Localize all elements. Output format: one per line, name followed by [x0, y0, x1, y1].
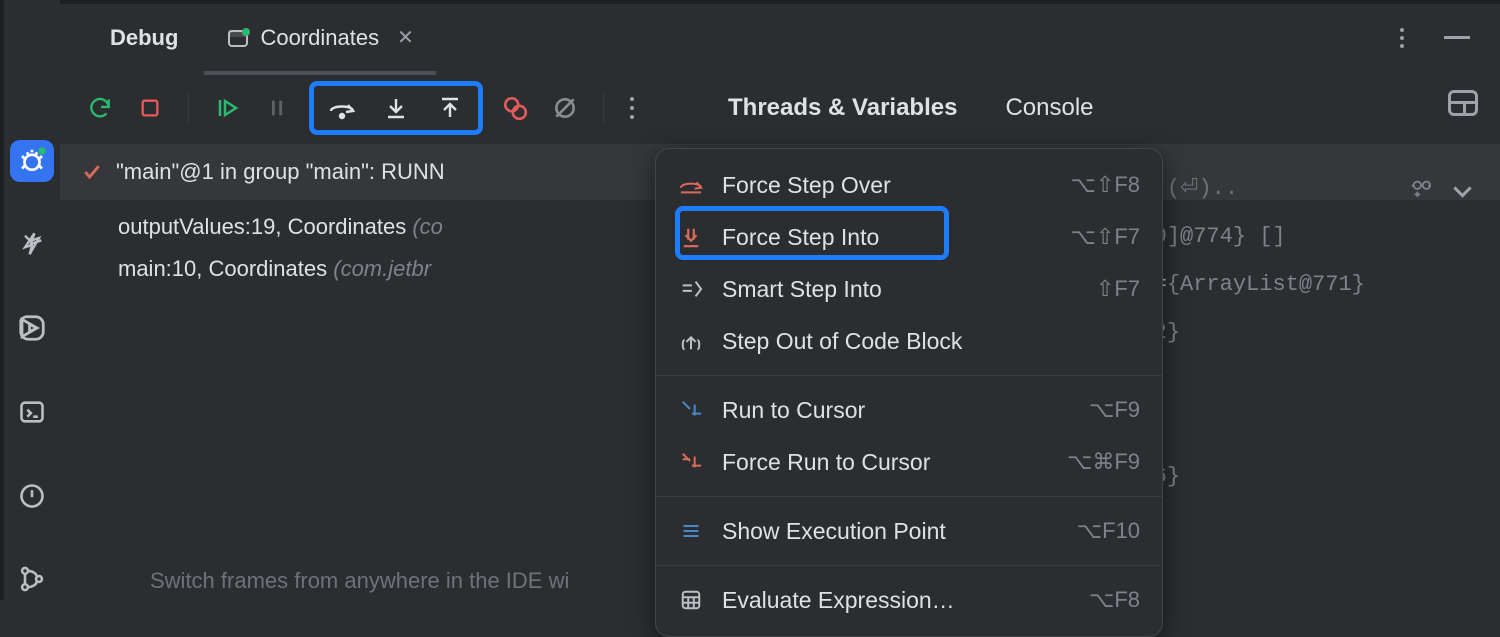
menu-item-label: Force Step Into: [722, 224, 879, 251]
evaluate-icon: [678, 587, 704, 613]
menu-item-force-run-to-cursor[interactable]: Force Run to Cursor ⌥⌘F9: [656, 436, 1162, 488]
menu-item-run-to-cursor[interactable]: Run to Cursor ⌥F9: [656, 384, 1162, 436]
menu-item-label: Evaluate Expression…: [722, 587, 955, 614]
step-buttons-highlight: [309, 81, 483, 135]
menu-item-shortcut: ⌥F8: [1089, 587, 1140, 613]
menu-item-smart-step-into[interactable]: Smart Step Into ⇧F7: [656, 263, 1162, 315]
force-run-to-cursor-icon: [678, 449, 704, 475]
show-exec-point-icon: [678, 518, 704, 544]
menu-item-label: Step Out of Code Block: [722, 328, 962, 355]
step-out-button[interactable]: [432, 90, 468, 126]
hide-tool-window-icon[interactable]: [1444, 36, 1470, 39]
debug-step-context-menu: Force Step Over ⌥⇧F8 Force Step Into ⌥⇧F…: [655, 148, 1163, 637]
activity-debug[interactable]: [10, 140, 54, 182]
step-into-button[interactable]: [378, 90, 414, 126]
separator: [188, 93, 189, 123]
expand-icon[interactable]: [1454, 176, 1478, 200]
activity-terminal[interactable]: [10, 391, 54, 433]
menu-item-evaluate-expression[interactable]: Evaluate Expression… ⌥F8: [656, 574, 1162, 626]
thread-running-icon: [80, 162, 104, 182]
tool-window-tab-debug[interactable]: Debug: [88, 4, 200, 71]
tab-threads-variables[interactable]: Threads & Variables: [728, 94, 957, 122]
menu-item-shortcut: ⌥F10: [1077, 518, 1140, 544]
menu-separator: [656, 375, 1162, 376]
run-to-cursor-icon: [678, 397, 704, 423]
force-step-over-icon: [678, 172, 704, 198]
menu-item-label: Smart Step Into: [722, 276, 882, 303]
layout-settings-button[interactable]: [1448, 90, 1478, 116]
rerun-button[interactable]: [82, 90, 118, 126]
thread-text: "main"@1 in group "main": RUNN: [116, 159, 445, 185]
menu-item-label: Run to Cursor: [722, 397, 865, 424]
run-config-icon: [226, 27, 248, 49]
stop-button[interactable]: [132, 90, 168, 126]
activity-run[interactable]: [10, 307, 54, 349]
run-config-tab-label: Coordinates: [260, 25, 379, 51]
shortcut-hint: Switch frames from anywhere in the IDE w…: [150, 568, 569, 594]
resume-button[interactable]: [209, 90, 245, 126]
smart-step-into-icon: [678, 276, 704, 302]
pause-button[interactable]: [259, 90, 295, 126]
menu-item-shortcut: ⌥⇧F7: [1071, 224, 1140, 250]
step-out-block-icon: [678, 328, 704, 354]
menu-item-step-out-of-code-block[interactable]: Step Out of Code Block: [656, 315, 1162, 367]
force-step-into-icon: [678, 224, 704, 250]
tool-window-options-icon[interactable]: [1400, 28, 1404, 48]
menu-separator: [656, 565, 1162, 566]
menu-separator: [656, 496, 1162, 497]
menu-item-force-step-into[interactable]: Force Step Into ⌥⇧F7: [656, 211, 1162, 263]
step-over-button[interactable]: [324, 90, 360, 126]
menu-item-shortcut: ⌥⇧F8: [1071, 172, 1140, 198]
menu-item-force-step-over[interactable]: Force Step Over ⌥⇧F8: [656, 159, 1162, 211]
menu-item-show-execution-point[interactable]: Show Execution Point ⌥F10: [656, 505, 1162, 557]
menu-item-shortcut: ⇧F7: [1096, 276, 1140, 302]
toolbar-more-icon[interactable]: [630, 97, 634, 119]
close-tab-icon[interactable]: ✕: [397, 25, 414, 50]
tool-window-tab-label: Debug: [110, 25, 178, 51]
menu-item-label: Force Run to Cursor: [722, 449, 930, 476]
menu-item-label: Show Execution Point: [722, 518, 946, 545]
menu-item-shortcut: ⌥⌘F9: [1067, 449, 1140, 475]
add-watch-icon[interactable]: [1408, 177, 1434, 199]
activity-vcs[interactable]: [10, 558, 54, 600]
activity-build[interactable]: [10, 224, 54, 266]
menu-item-label: Force Step Over: [722, 172, 891, 199]
tab-console[interactable]: Console: [1005, 94, 1093, 122]
menu-item-shortcut: ⌥F9: [1089, 397, 1140, 423]
mute-breakpoints-button[interactable]: [547, 90, 583, 126]
view-breakpoints-button[interactable]: [497, 90, 533, 126]
run-config-tab-coordinates[interactable]: Coordinates ✕: [204, 4, 435, 71]
separator: [603, 93, 604, 123]
activity-problems[interactable]: [10, 475, 54, 517]
